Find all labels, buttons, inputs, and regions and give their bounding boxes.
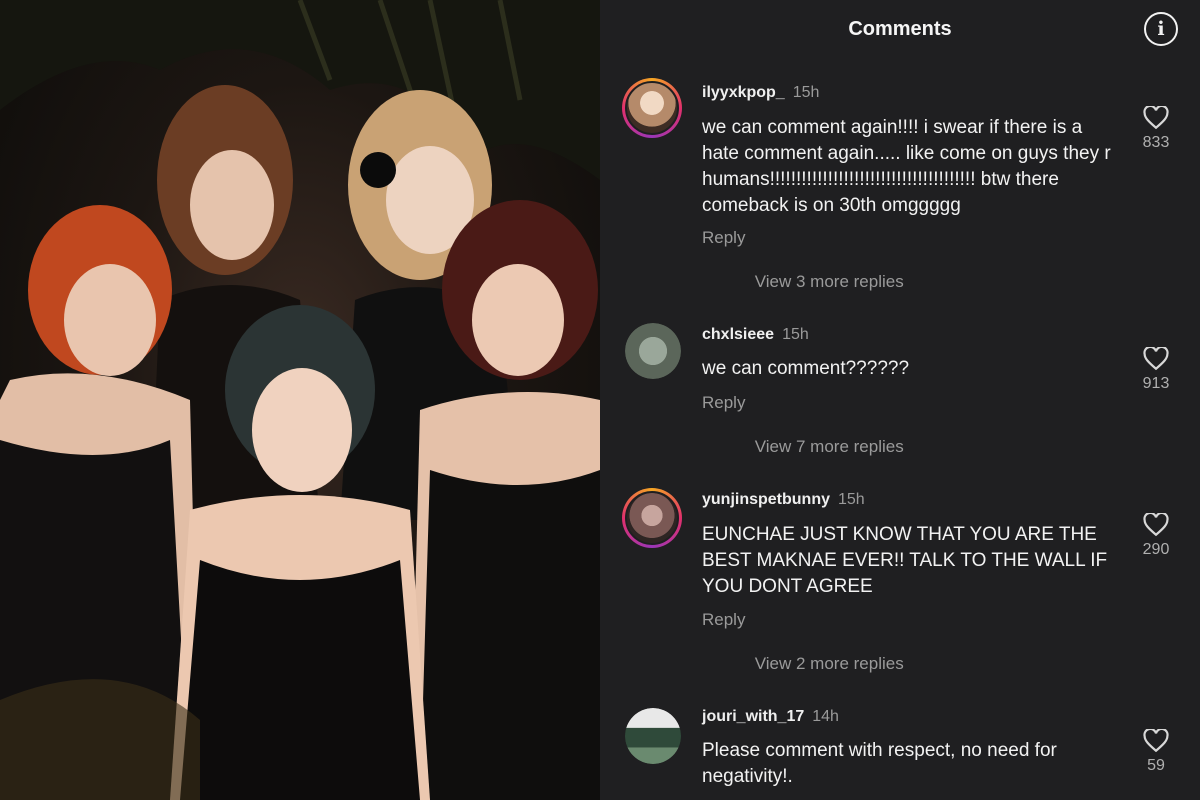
reply-button[interactable]: Reply	[702, 228, 745, 248]
view-more-replies-label: View 3 more replies	[754, 272, 904, 291]
view-more-replies-label: View 2 more replies	[754, 654, 904, 673]
view-more-replies-button[interactable]: View 3 more replies	[750, 272, 904, 292]
comment-username[interactable]: yunjinspetbunny	[702, 491, 830, 508]
comment-username[interactable]: ilyyxkpop_	[702, 84, 785, 101]
avatar[interactable]	[625, 323, 681, 379]
like-control: 59	[1136, 729, 1176, 775]
like-count: 290	[1142, 541, 1170, 558]
comment-time: 14h	[812, 708, 839, 725]
comment-username[interactable]: jouri_with_17	[702, 708, 804, 725]
comment-username[interactable]: chxlsieee	[702, 326, 774, 343]
avatar[interactable]	[622, 78, 682, 138]
comment-text: we can comment??????	[702, 358, 910, 379]
like-count: 913	[1142, 375, 1170, 392]
comment-time: 15h	[782, 326, 809, 343]
comment-time: 15h	[838, 491, 865, 508]
like-count: 833	[1142, 134, 1170, 151]
view-more-replies-button[interactable]: View 2 more replies	[750, 654, 904, 674]
group-photo-illustration	[0, 0, 600, 800]
comments-panel: Comments i ilyyxkpop_ 15h we can comment …	[600, 0, 1200, 800]
like-count: 59	[1147, 757, 1165, 774]
heart-icon[interactable]	[1136, 513, 1176, 537]
reply-button[interactable]: Reply	[702, 610, 745, 630]
group-photo	[0, 0, 600, 800]
heart-icon[interactable]	[1136, 347, 1176, 371]
like-control: 833	[1136, 106, 1176, 152]
like-control: 913	[1136, 347, 1176, 393]
comment-time: 15h	[792, 84, 820, 101]
comment-text: Please comment with respect, no need for…	[702, 740, 1057, 787]
comment-text: we can comment again!!!! i swear if ther…	[702, 117, 1111, 216]
reply-button[interactable]: Reply	[702, 393, 745, 413]
view-more-replies-label: View 7 more replies	[754, 437, 904, 456]
heart-icon[interactable]	[1136, 729, 1176, 753]
view-more-replies-button[interactable]: View 7 more replies	[750, 437, 904, 457]
like-control: 290	[1136, 513, 1176, 559]
page-title: Comments	[848, 18, 952, 40]
heart-icon[interactable]	[1136, 106, 1176, 130]
avatar[interactable]	[625, 708, 681, 764]
comment-text: EUNCHAE JUST KNOW THAT YOU ARE THE BEST …	[702, 524, 1108, 597]
avatar[interactable]	[622, 488, 682, 548]
info-icon[interactable]: i	[1144, 12, 1178, 46]
